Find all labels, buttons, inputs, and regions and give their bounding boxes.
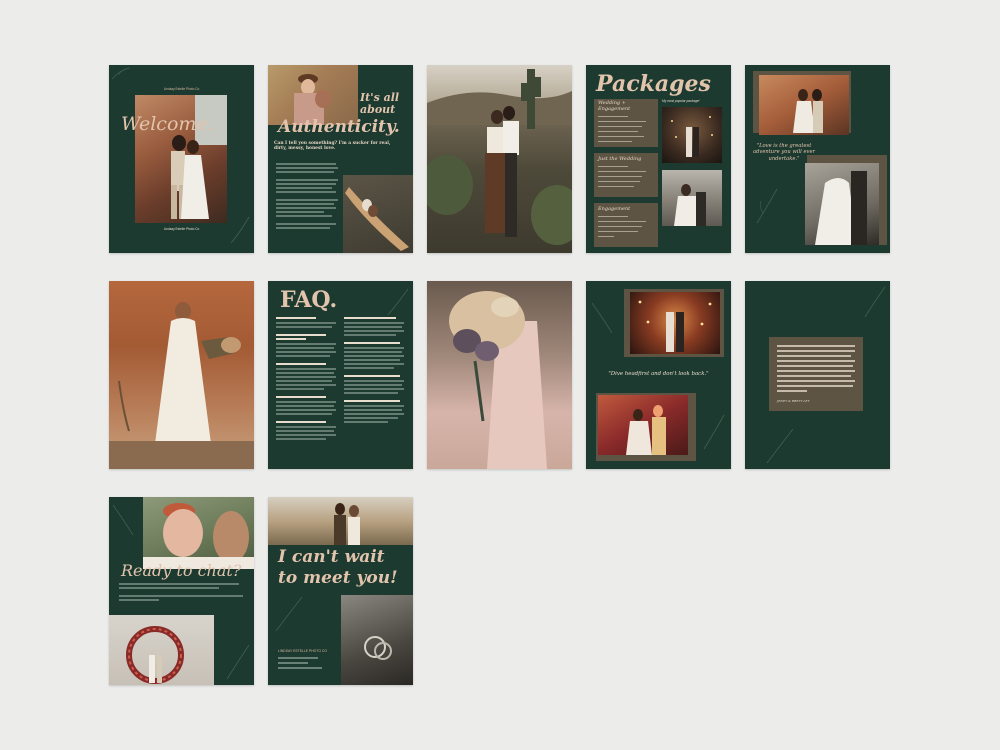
popular-note: My most popular package! (662, 99, 700, 103)
leaf-icon (766, 428, 794, 464)
leaf-icon (703, 414, 725, 450)
reception-couple-photo (598, 395, 688, 455)
page-title: FAQ. (280, 287, 338, 313)
leaf-icon (275, 596, 303, 632)
page-packages: Packages My most popular package! Weddin… (586, 65, 731, 253)
package-box: Engagement (594, 203, 658, 247)
title-line2: to meet you! (278, 568, 398, 588)
subheading: Can I tell you something? I'm a sucker f… (274, 141, 391, 152)
title-line1: I can't wait (278, 547, 385, 567)
page-adventure-quote: "Love is the greatest adventure you will… (745, 65, 890, 253)
smiling-couple-photo (143, 497, 254, 569)
desert-couple-photo (427, 65, 572, 253)
leaf-icon (756, 188, 778, 224)
page-faq: FAQ. (268, 281, 413, 469)
package-title: Just the Wedding (598, 156, 642, 162)
page-title: Ready to chat? (121, 561, 242, 580)
page-bouquet-photo (427, 281, 572, 469)
bouquet-photo (427, 281, 572, 469)
boho-bride-photo (109, 281, 254, 469)
bride-groom-bw-photo (662, 170, 722, 226)
page-title: Packages (596, 71, 711, 97)
heading-authenticity: Authenticity. (278, 117, 400, 137)
leaf-icon (387, 288, 409, 316)
package-title: Wedding + Engagement (598, 100, 631, 112)
rings-bw-photo (341, 595, 413, 685)
floral-arch-photo (109, 615, 214, 685)
testimonial-box: JENEY & BRETT LEY (769, 337, 863, 411)
leaf-icon (112, 504, 134, 536)
package-box: Just the Wedding (594, 153, 658, 197)
quote-text: "Dive headfirst and don't look back." (608, 371, 709, 377)
leaf-icon (591, 302, 613, 334)
page-authenticity: It's all about Authenticity. Can I tell … (268, 65, 413, 253)
canoe-photo (343, 175, 413, 253)
sparkler-exit-photo (662, 107, 722, 163)
heading-line2: about (360, 103, 396, 116)
page-meet-you: I can't wait to meet you! LINDSAY ESTELL… (268, 497, 413, 685)
leaf-icon (111, 67, 131, 80)
page-desert-photo (427, 65, 572, 253)
leaf-icon (864, 286, 886, 318)
couple-field-photo (268, 65, 358, 125)
leaf-icon (226, 644, 250, 680)
page-ready-to-chat: Ready to chat? (109, 497, 254, 685)
couple-sunset-photo (268, 497, 413, 545)
couple-rocks-photo (759, 75, 849, 135)
signature: JENEY & BRETT LEY (777, 399, 810, 403)
sparkler-tunnel-photo (630, 292, 720, 354)
page-boho-bride-photo (109, 281, 254, 469)
page-title: I can't wait to meet you! (278, 547, 398, 589)
page-title: Welcome. (121, 113, 214, 135)
brand-label: LINDSAY ESTELLE PHOTO CO (278, 649, 327, 653)
page-testimonial: JENEY & BRETT LEY (745, 281, 890, 469)
leaf-icon (230, 216, 250, 244)
bride-dress-bw-photo (805, 163, 879, 245)
page-welcome: Lindsay Estelle Photo Co Welcome. Lindsa… (109, 65, 254, 253)
heading-its-all: It's all about (360, 92, 399, 116)
brand-label: Lindsay Estelle Photo Co (163, 87, 200, 91)
page-dive-quote: "Dive headfirst and don't look back." (586, 281, 731, 469)
package-title: Engagement (598, 206, 631, 212)
package-box: Wedding + Engagement (594, 99, 658, 147)
